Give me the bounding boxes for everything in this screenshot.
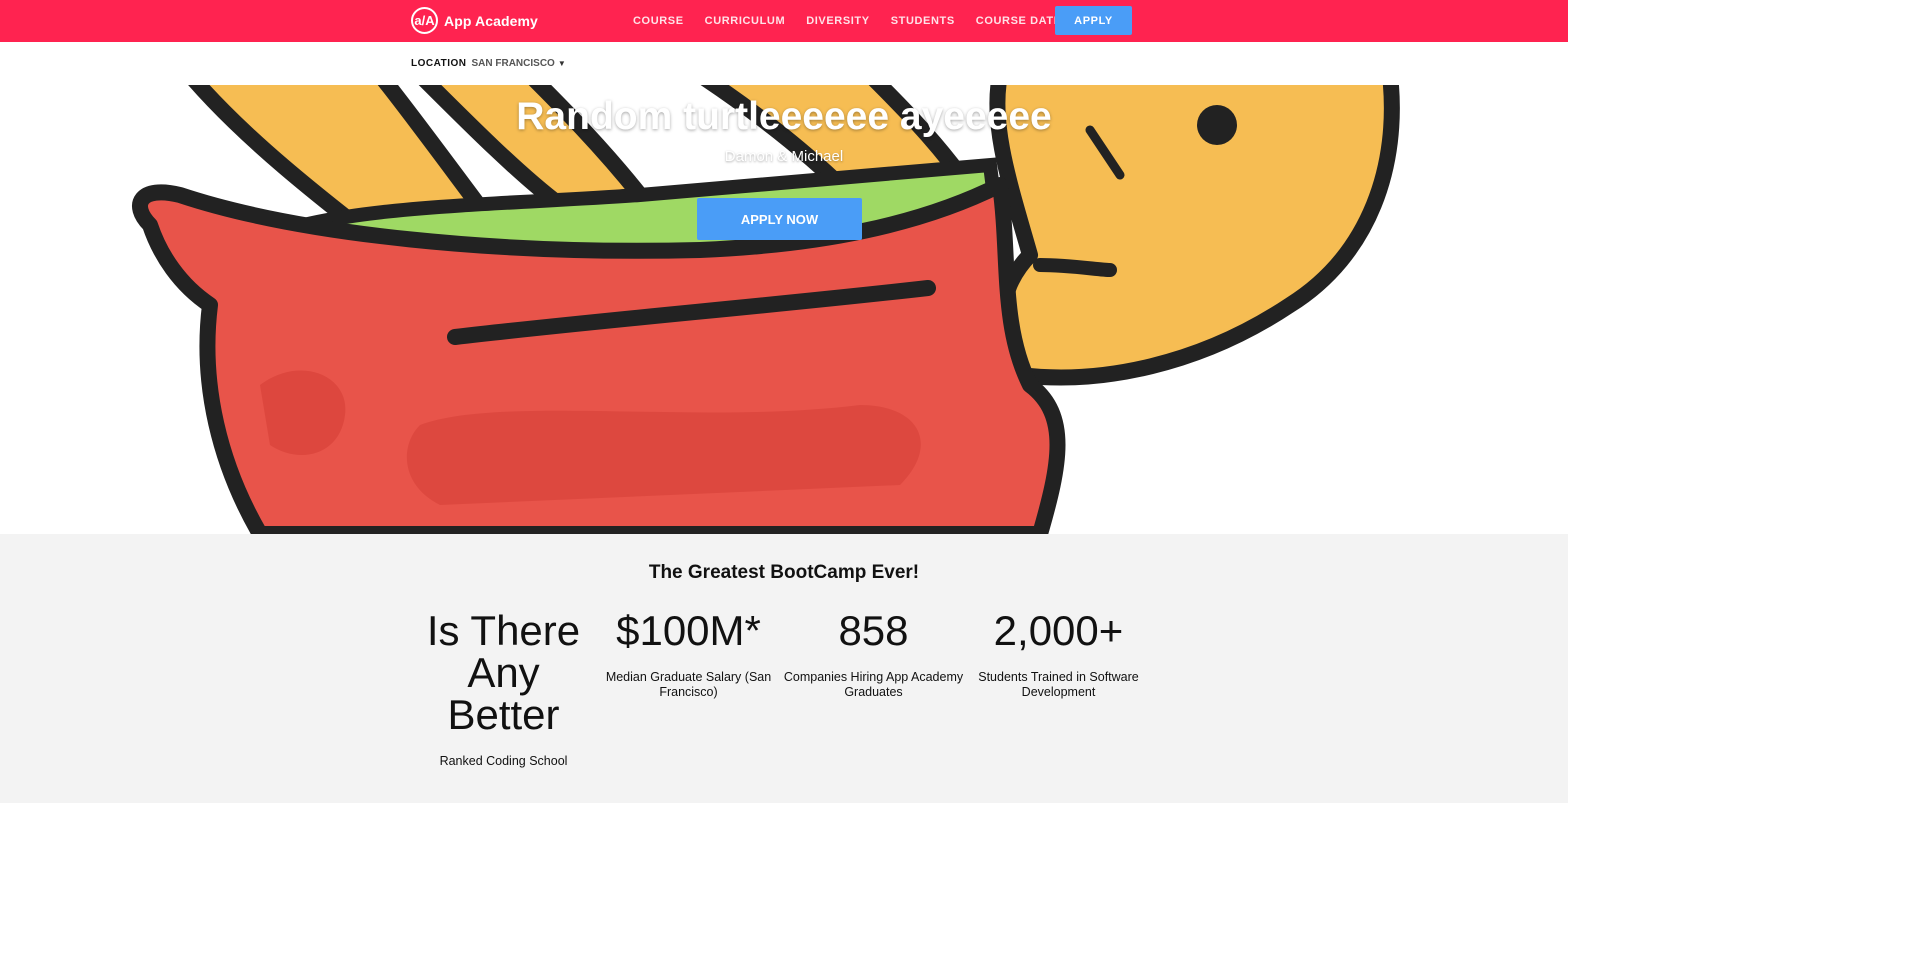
- stats-section: The Greatest BootCamp Ever! Is There Any…: [0, 534, 1568, 803]
- apply-now-button[interactable]: APPLY NOW: [697, 198, 862, 240]
- location-value: SAN FRANCISCO: [471, 57, 555, 69]
- stat-value: Is There Any Better: [426, 607, 581, 738]
- hero-title: Random turtleeeeee ayeeeee: [516, 95, 1052, 138]
- location-label: LOCATION: [411, 57, 467, 69]
- hero-section: Random turtleeeeee ayeeeee Damon & Micha…: [0, 85, 1568, 534]
- nav-apply-button[interactable]: APPLY: [1055, 6, 1132, 35]
- stat-description: Median Graduate Salary (San Francisco): [605, 670, 772, 699]
- app-academy-logo-icon: a/A: [411, 7, 438, 34]
- location-bar: LOCATION SAN FRANCISCO ▼: [411, 56, 566, 70]
- stat-description: Ranked Coding School: [439, 754, 568, 768]
- stat-description: Students Trained in Software Development: [978, 670, 1139, 699]
- stat-item: 2,000+ Students Trained in Software Deve…: [966, 610, 1151, 700]
- nav-links: COURSE CURRICULUM DIVERSITY STUDENTS COU…: [633, 0, 1091, 42]
- nav-link-diversity[interactable]: DIVERSITY: [806, 15, 869, 27]
- stat-value: 2,000+: [993, 607, 1124, 654]
- brand-logo-link[interactable]: a/A App Academy: [411, 5, 538, 36]
- stat-item: Is There Any Better Ranked Coding School: [411, 610, 596, 769]
- stat-value: $100M*: [616, 607, 761, 654]
- stat-item: $100M* Median Graduate Salary (San Franc…: [596, 610, 781, 700]
- caret-down-icon: ▼: [557, 58, 566, 68]
- stat-value: 858: [838, 607, 909, 654]
- stat-item: 858 Companies Hiring App Academy Graduat…: [781, 610, 966, 700]
- stats-heading: The Greatest BootCamp Ever!: [648, 562, 920, 583]
- brand-name: App Academy: [444, 12, 538, 29]
- hero-subtitle: Damon & Michael: [724, 148, 844, 165]
- location-dropdown[interactable]: SAN FRANCISCO ▼: [471, 58, 565, 69]
- nav-link-course[interactable]: COURSE: [633, 15, 684, 27]
- stat-description: Companies Hiring App Academy Graduates: [783, 670, 964, 699]
- nav-link-curriculum[interactable]: CURRICULUM: [705, 15, 786, 27]
- top-navbar: a/A App Academy COURSE CURRICULUM DIVERS…: [0, 0, 1568, 42]
- nav-link-students[interactable]: STUDENTS: [891, 15, 955, 27]
